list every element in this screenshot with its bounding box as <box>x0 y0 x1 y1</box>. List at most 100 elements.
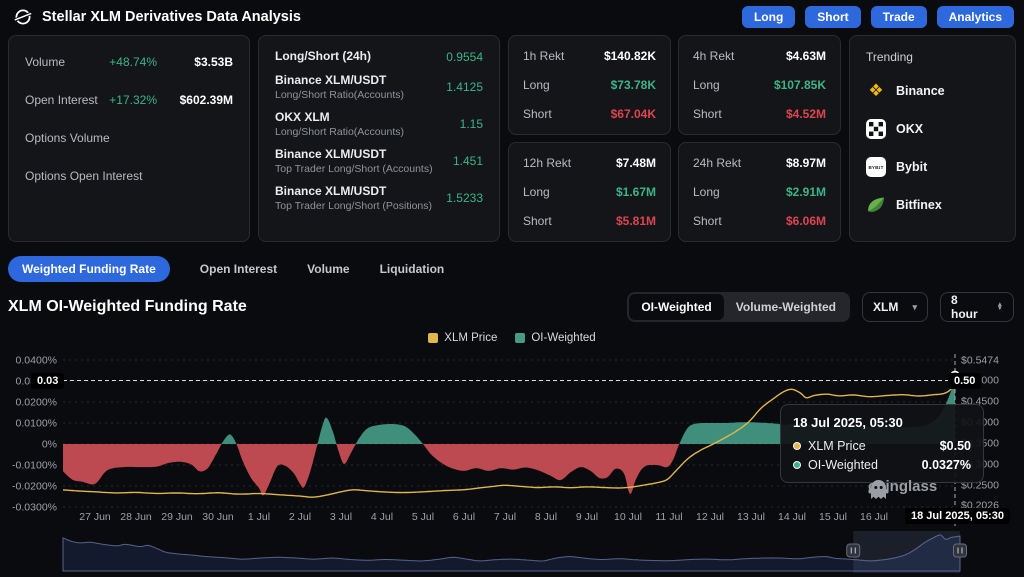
ratio-subtitle: Top Trader Long/Short (Positions) <box>275 200 432 212</box>
svg-text:5 Jul: 5 Jul <box>412 511 434 523</box>
legend-xlm-price[interactable]: XLM Price <box>428 332 497 344</box>
options-volume-row: Options Volume <box>25 130 233 145</box>
svg-text:2 Jul: 2 Jul <box>289 511 311 523</box>
rekt-total: $7.48M <box>616 156 656 170</box>
tab-open-interest[interactable]: Open Interest <box>200 262 277 276</box>
svg-text:4 Jul: 4 Jul <box>371 511 393 523</box>
rekt-short-value: $5.81M <box>616 214 656 228</box>
svg-text:10 Jul: 10 Jul <box>614 511 642 523</box>
ratio-name: Binance XLM/USDT <box>275 73 404 88</box>
trending-item-okx[interactable]: OKX <box>866 118 999 140</box>
ratio-value: 1.15 <box>460 117 483 131</box>
open-interest-label: Open Interest <box>25 93 98 107</box>
rekt-card-4h: 4h Rekt$4.63M Long$107.85K Short$4.52M <box>678 35 841 135</box>
svg-text:8 Jul: 8 Jul <box>535 511 557 523</box>
analytics-button[interactable]: Analytics <box>937 6 1014 28</box>
rekt-card-1h: 1h Rekt$140.82K Long$73.78K Short$67.04K <box>508 35 671 135</box>
svg-text:16 Jul: 16 Jul <box>860 511 888 523</box>
chart-navigator <box>0 531 1024 577</box>
rekt-short-label: Short <box>523 214 552 228</box>
rekt-title: 1h Rekt <box>523 49 564 63</box>
ghost-icon <box>868 478 889 500</box>
ratio-subtitle: Long/Short Ratio(Accounts) <box>275 89 404 101</box>
interval-select[interactable]: 8 hour ▲▼ <box>940 292 1014 322</box>
ratio-subtitle: Top Trader Long/Short (Accounts) <box>275 163 433 175</box>
rekt-card-24h: 24h Rekt$8.97M Long$2.91M Short$6.06M <box>678 142 841 242</box>
chart-tabs: Weighted Funding Rate Open Interest Volu… <box>0 242 1024 282</box>
trending-item-binance[interactable]: ❖ Binance <box>866 80 999 102</box>
funding-dot-icon <box>793 461 801 469</box>
svg-text:0.0200%: 0.0200% <box>16 397 57 409</box>
options-open-interest-row: Options Open Interest <box>25 168 233 183</box>
rekt-title: 12h Rekt <box>523 156 571 170</box>
crosshair-x-badge: 18 Jul 2025, 05:30 <box>905 508 1010 524</box>
svg-text:-0.0100%: -0.0100% <box>12 460 57 472</box>
trending-item-bybit[interactable]: BYBɪT Bybit <box>866 156 999 178</box>
ratio-value: 1.5233 <box>446 191 483 205</box>
rekt-short-label: Short <box>693 214 722 228</box>
stats-row: Volume +48.74% $3.53B Open Interest +17.… <box>0 35 1024 242</box>
tooltip-date: 18 Jul 2025, 05:30 <box>793 415 971 430</box>
rekt-short-label: Short <box>693 107 722 121</box>
svg-text:6 Jul: 6 Jul <box>453 511 475 523</box>
open-interest-change: +17.32% <box>109 93 157 107</box>
trending-item-bitfinex[interactable]: Bitfinex <box>866 194 999 216</box>
xlm-price-swatch <box>428 333 438 343</box>
ratio-row: Binance XLM/USDT Top Trader Long/Short (… <box>275 184 483 212</box>
rekt-total: $8.97M <box>786 156 826 170</box>
svg-text:12 Jul: 12 Jul <box>696 511 724 523</box>
navigator-handle-left[interactable] <box>847 544 860 557</box>
navigator-handle-right[interactable] <box>954 544 967 557</box>
rekt-long-label: Long <box>693 78 720 92</box>
ratio-subtitle: Long/Short Ratio(Accounts) <box>275 126 404 138</box>
navigator-selection[interactable] <box>853 531 960 573</box>
svg-text:-0.0300%: -0.0300% <box>12 502 57 514</box>
ratio-row: Long/Short (24h) 0.9554 <box>275 49 483 64</box>
svg-text:7 Jul: 7 Jul <box>494 511 516 523</box>
crosshair-left-badge: 0.03 <box>31 373 64 389</box>
chart-title: XLM OI-Weighted Funding Rate <box>8 298 247 316</box>
ratio-value: 0.9554 <box>446 50 483 64</box>
svg-text:11 Jul: 11 Jul <box>655 511 682 523</box>
trade-button[interactable]: Trade <box>871 6 927 28</box>
long-button[interactable]: Long <box>742 6 795 28</box>
short-button[interactable]: Short <box>805 6 860 28</box>
svg-text:28 Jun: 28 Jun <box>120 511 152 523</box>
trending-title: Trending <box>866 50 999 64</box>
crosshair-right-badge: 0.50 <box>948 373 981 389</box>
options-volume-label: Options Volume <box>25 131 110 145</box>
rekt-short-value: $67.04K <box>611 107 656 121</box>
tab-liquidation[interactable]: Liquidation <box>380 262 445 276</box>
ratio-name: OKX XLM <box>275 110 404 125</box>
rekt-short-value: $6.06M <box>786 214 826 228</box>
navigator-plot[interactable] <box>0 531 1024 577</box>
ratio-row: OKX XLM Long/Short Ratio(Accounts) 1.15 <box>275 110 483 138</box>
ratio-row: Binance XLM/USDT Top Trader Long/Short (… <box>275 147 483 175</box>
page-title: Stellar XLM Derivatives Data Analysis <box>42 9 301 25</box>
svg-text:9 Jul: 9 Jul <box>576 511 598 523</box>
legend-oi-weighted[interactable]: OI-Weighted <box>515 332 595 344</box>
rekt-long-label: Long <box>523 185 550 199</box>
stellar-logo-icon <box>14 8 32 26</box>
volume-weighted-toggle[interactable]: Volume-Weighted <box>724 294 848 320</box>
top-actions: Long Short Trade Analytics <box>742 6 1014 28</box>
weighting-toggle: OI-Weighted Volume-Weighted <box>627 292 850 322</box>
svg-text:14 Jul: 14 Jul <box>778 511 806 523</box>
svg-text:27 Jun: 27 Jun <box>79 511 111 523</box>
tab-volume[interactable]: Volume <box>307 262 349 276</box>
price-dot-icon <box>793 442 801 450</box>
oi-weighted-toggle[interactable]: OI-Weighted <box>629 294 723 320</box>
chevron-down-icon: ▾ <box>912 302 917 313</box>
tooltip-row-funding: OI-Weighted 0.0327% <box>793 458 971 472</box>
rekt-long-label: Long <box>523 78 550 92</box>
rekt-grid: 1h Rekt$140.82K Long$73.78K Short$67.04K… <box>508 35 841 242</box>
tab-weighted-funding-rate[interactable]: Weighted Funding Rate <box>8 256 170 282</box>
okx-icon <box>866 119 886 139</box>
svg-text:0.0100%: 0.0100% <box>16 418 57 430</box>
rekt-long-value: $2.91M <box>786 185 826 199</box>
pair-select[interactable]: XLM ▾ <box>862 292 928 322</box>
rekt-long-value: $107.85K <box>774 78 826 92</box>
long-short-ratios-card: Long/Short (24h) 0.9554 Binance XLM/USDT… <box>258 35 500 242</box>
rekt-total: $4.63M <box>786 49 826 63</box>
open-interest-value: $602.39M <box>171 93 233 107</box>
